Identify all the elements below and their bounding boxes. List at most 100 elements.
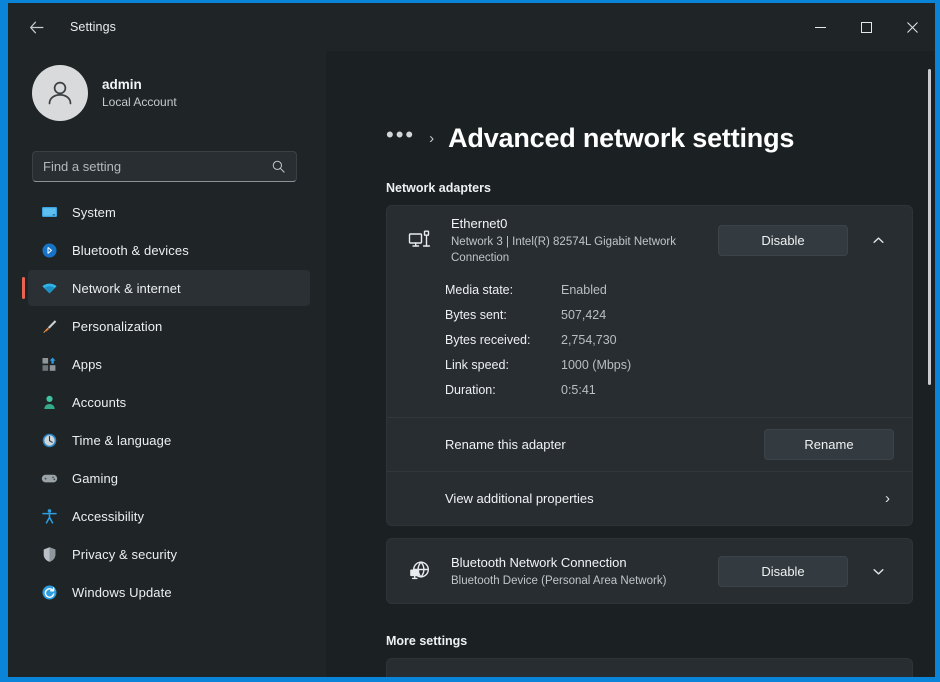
paintbrush-icon [40, 317, 58, 335]
detail-value: Enabled [561, 278, 607, 303]
rename-button[interactable]: Rename [764, 429, 894, 460]
clock-icon [40, 431, 58, 449]
disable-button-bluetooth[interactable]: Disable [718, 556, 848, 587]
wifi-icon [40, 279, 58, 297]
page-title: Advanced network settings [448, 123, 794, 154]
breadcrumb-overflow-button[interactable]: ••• [386, 124, 415, 146]
account-card[interactable]: admin Local Account [20, 55, 314, 131]
search-box[interactable] [32, 151, 297, 182]
minimize-button[interactable] [797, 3, 843, 51]
adapter-card-ethernet0: Ethernet0 Network 3 | Intel(R) 82574L Gi… [386, 205, 913, 526]
sidebar-item-apps[interactable]: Apps [28, 346, 310, 382]
breadcrumb-separator: › [429, 130, 434, 147]
detail-row: Link speed: 1000 (Mbps) [445, 353, 912, 378]
network-adapters-heading: Network adapters [386, 181, 913, 195]
rename-row-label: Rename this adapter [445, 437, 764, 452]
settings-window: Settings [0, 0, 940, 682]
detail-value: 507,424 [561, 303, 606, 328]
vertical-scrollbar[interactable] [928, 69, 931, 385]
chevron-up-icon[interactable] [862, 224, 894, 256]
adapter-text: Bluetooth Network Connection Bluetooth D… [451, 553, 718, 589]
more-settings-heading: More settings [386, 634, 913, 648]
search-input[interactable] [43, 159, 271, 174]
view-additional-properties-row[interactable]: View additional properties › [387, 471, 912, 525]
sidebar-item-bluetooth-devices[interactable]: Bluetooth & devices [28, 232, 310, 268]
sidebar-item-privacy-security[interactable]: Privacy & security [28, 536, 310, 572]
detail-key: Duration: [445, 378, 561, 403]
sidebar-item-personalization[interactable]: Personalization [28, 308, 310, 344]
sidebar-item-label: System [72, 205, 116, 220]
back-button[interactable] [18, 9, 54, 45]
shield-icon [40, 545, 58, 563]
sidebar-item-accessibility[interactable]: Accessibility [28, 498, 310, 534]
data-usage-row[interactable]: Data usage › [387, 659, 912, 677]
disable-button-ethernet0[interactable]: Disable [718, 225, 848, 256]
detail-value: 0:5:41 [561, 378, 596, 403]
sidebar-item-label: Windows Update [72, 585, 172, 600]
account-person-icon [40, 393, 58, 411]
caption-buttons [797, 3, 935, 51]
detail-key: Bytes sent: [445, 303, 561, 328]
detail-key: Bytes received: [445, 328, 561, 353]
adapter-name: Ethernet0 [451, 214, 704, 234]
minimize-icon [815, 22, 826, 33]
detail-row: Bytes received: 2,754,730 [445, 328, 912, 353]
detail-row: Media state: Enabled [445, 278, 912, 303]
avatar [32, 65, 88, 121]
account-subtitle: Local Account [102, 94, 177, 110]
accessibility-person-icon [40, 507, 58, 525]
sidebar-item-windows-update[interactable]: Windows Update [28, 574, 310, 610]
sidebar-item-label: Accessibility [72, 509, 144, 524]
more-settings-card: Data usage › [386, 658, 913, 677]
close-button[interactable] [889, 3, 935, 51]
sidebar-item-system[interactable]: System [28, 194, 310, 230]
apps-grid-icon [40, 355, 58, 373]
sidebar-item-label: Apps [72, 357, 102, 372]
sidebar-item-label: Gaming [72, 471, 118, 486]
maximize-button[interactable] [843, 3, 889, 51]
account-text: admin Local Account [102, 76, 177, 110]
person-avatar-icon [43, 76, 77, 110]
main-content: ••• › Advanced network settings Network … [326, 51, 935, 677]
detail-value: 1000 (Mbps) [561, 353, 631, 378]
adapter-details: Media state: Enabled Bytes sent: 507,424… [387, 274, 912, 417]
bluetooth-globe-adapter-icon [405, 559, 435, 583]
account-name: admin [102, 76, 177, 94]
window-title: Settings [70, 20, 116, 34]
sidebar-item-label: Accounts [72, 395, 126, 410]
close-icon [907, 22, 918, 33]
detail-key: Link speed: [445, 353, 561, 378]
adapter-header-row[interactable]: Ethernet0 Network 3 | Intel(R) 82574L Gi… [387, 206, 912, 274]
bluetooth-icon [40, 241, 58, 259]
sidebar-item-label: Network & internet [72, 281, 181, 296]
adapter-card-bluetooth: Bluetooth Network Connection Bluetooth D… [386, 538, 913, 604]
detail-key: Media state: [445, 278, 561, 303]
chevron-down-icon[interactable] [862, 555, 894, 587]
properties-row-label: View additional properties [445, 491, 885, 506]
window-inner: Settings [8, 3, 935, 677]
sidebar-item-accounts[interactable]: Accounts [28, 384, 310, 420]
search-icon [271, 159, 286, 174]
search-wrapper [32, 151, 310, 182]
system-monitor-icon [40, 203, 58, 221]
breadcrumb: ••• › Advanced network settings [386, 123, 913, 154]
sidebar-item-label: Bluetooth & devices [72, 243, 189, 258]
maximize-icon [861, 22, 872, 33]
gamepad-icon [40, 469, 58, 487]
title-bar: Settings [8, 3, 935, 51]
detail-value: 2,754,730 [561, 328, 617, 353]
detail-row: Duration: 0:5:41 [445, 378, 912, 403]
sidebar-item-label: Personalization [72, 319, 162, 334]
detail-row: Bytes sent: 507,424 [445, 303, 912, 328]
sidebar-item-gaming[interactable]: Gaming [28, 460, 310, 496]
ethernet-adapter-icon [405, 228, 435, 252]
sidebar-nav: System Bluetooth & devices [20, 194, 314, 610]
sidebar-item-time-language[interactable]: Time & language [28, 422, 310, 458]
rename-adapter-row[interactable]: Rename this adapter Rename [387, 417, 912, 471]
sidebar: admin Local Account [8, 51, 326, 677]
back-arrow-icon [28, 19, 45, 36]
sidebar-item-network-internet[interactable]: Network & internet [28, 270, 310, 306]
chevron-right-icon: › [885, 490, 894, 507]
adapter-header-row[interactable]: Bluetooth Network Connection Bluetooth D… [387, 539, 912, 603]
sidebar-item-label: Privacy & security [72, 547, 177, 562]
